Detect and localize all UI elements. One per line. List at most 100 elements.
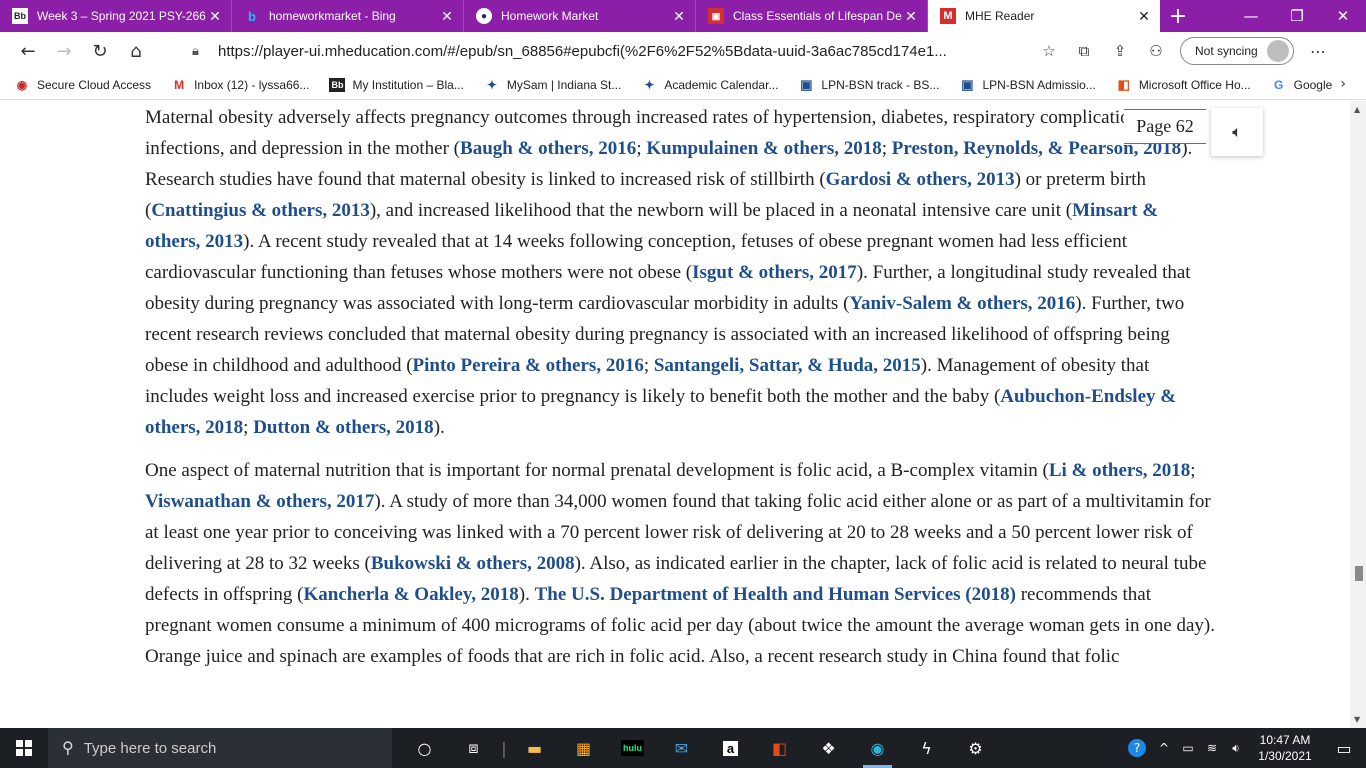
reader-viewport: Maternal obesity adversely affects pregn… <box>0 101 1350 728</box>
star-icon: ✦ <box>486 77 497 92</box>
back-button[interactable]: ← <box>10 35 46 67</box>
office-button[interactable]: ◧ <box>755 728 804 768</box>
refresh-button[interactable]: ↻ <box>82 35 118 67</box>
citation-link[interactable]: Yaniv-Salem & others, 2016 <box>849 293 1075 314</box>
scroll-down-icon[interactable]: ▼ <box>1354 715 1360 724</box>
tab-close-icon[interactable]: ✕ <box>903 8 919 25</box>
settings-button[interactable]: ⚙ <box>951 728 1000 768</box>
more-menu-icon[interactable]: ⋯ <box>1302 42 1334 61</box>
tab-class-essentials[interactable]: ▣ Class Essentials of Lifespan De ✕ <box>696 0 928 32</box>
wifi-icon[interactable]: ≋ <box>1200 741 1224 755</box>
add-favorite-icon[interactable]: ☆ <box>1034 42 1064 60</box>
favorite-item[interactable]: ✦ MySam | Indiana St... <box>484 78 622 92</box>
store-button[interactable]: ▦ <box>559 728 608 768</box>
vertical-scrollbar[interactable]: ▲ ▼ <box>1350 101 1366 728</box>
navigation-bar: ← → ↻ ⌂ 🔒︎ https://player-ui.mheducation… <box>0 32 1366 70</box>
forward-button[interactable]: → <box>46 35 82 67</box>
arrow-right-icon: → <box>56 40 72 62</box>
favorite-label: Secure Cloud Access <box>37 77 152 92</box>
citation-link[interactable]: Bukowski & others, 2008 <box>371 553 575 574</box>
favorite-label: MySam | Indiana St... <box>506 77 622 92</box>
citation-link[interactable]: Kumpulainen & others, 2018 <box>646 138 881 159</box>
scroll-up-icon[interactable]: ▲ <box>1354 105 1360 114</box>
tab-homework-market[interactable]: ● Homework Market ✕ <box>464 0 696 32</box>
search-placeholder: Type here to search <box>83 739 217 757</box>
extensions-icon[interactable]: ⚇ <box>1138 42 1174 60</box>
favorite-item[interactable]: ◉ Secure Cloud Access <box>14 78 151 92</box>
chevron-right-icon[interactable]: › <box>1340 76 1346 92</box>
file-explorer-button[interactable]: ▬ <box>510 728 559 768</box>
home-button[interactable]: ⌂ <box>118 35 154 67</box>
citation-link[interactable]: Gardosi & others, 2013 <box>826 169 1015 190</box>
folder-icon: ▬ <box>526 738 543 758</box>
citation-link[interactable]: Viswanathan & others, 2017 <box>145 491 374 512</box>
clock[interactable]: 10:47 AM 1/30/2021 <box>1248 732 1322 764</box>
hulu-button[interactable]: hulu <box>608 728 657 768</box>
favorite-item[interactable]: M Inbox (12) - lyssa66... <box>171 78 309 92</box>
lock-icon[interactable]: 🔒︎ <box>192 43 218 59</box>
scrollbar-thumb[interactable] <box>1355 566 1363 581</box>
taskbar-search[interactable]: ⚲ Type here to search <box>48 728 392 768</box>
address-bar[interactable]: 🔒︎ https://player-ui.mheducation.com/#/e… <box>192 36 1064 66</box>
help-icon[interactable]: ? <box>1128 739 1146 757</box>
favorite-item[interactable]: G Google <box>1271 78 1332 92</box>
refresh-icon: ↻ <box>92 40 108 62</box>
profile-sync-button[interactable]: Not syncing <box>1180 37 1294 65</box>
favorite-item[interactable]: ✦ Academic Calendar... <box>641 78 778 92</box>
mail-button[interactable]: ✉ <box>657 728 706 768</box>
arrow-left-icon: ← <box>20 40 36 62</box>
tab-close-icon[interactable]: ✕ <box>1136 8 1152 25</box>
tab-title: Class Essentials of Lifespan De <box>733 9 902 23</box>
citation-link[interactable]: Dutton & others, 2018 <box>253 417 434 438</box>
read-aloud-button[interactable]: 🔈︎ <box>1211 108 1263 156</box>
bing-favicon-icon: b <box>248 8 256 24</box>
favorite-item[interactable]: ▣ LPN-BSN Admissio... <box>959 76 1096 92</box>
citation-link[interactable]: Li & others, 2018 <box>1049 460 1190 481</box>
url-text[interactable]: https://player-ui.mheducation.com/#/epub… <box>218 43 1034 60</box>
dropbox-button[interactable]: ❖ <box>804 728 853 768</box>
tab-close-icon[interactable]: ✕ <box>439 8 455 25</box>
volume-icon[interactable]: 🔉︎ <box>1224 741 1248 756</box>
restore-button[interactable]: ❐ <box>1274 0 1320 32</box>
task-view-button[interactable]: ⧈ <box>449 728 498 768</box>
citation-link[interactable]: The U.S. Department of Health and Human … <box>535 584 1016 605</box>
homework-market-favicon-icon: ● <box>476 8 492 24</box>
reader-text: Maternal obesity adversely affects pregn… <box>145 101 1215 672</box>
citation-link[interactable]: Santangeli, Sattar, & Huda, 2015 <box>654 355 921 376</box>
collections-icon[interactable]: ⧉ <box>1066 42 1102 60</box>
amazon-button[interactable]: a <box>706 728 755 768</box>
cloud-access-icon: ◉ <box>16 77 28 92</box>
chevron-up-icon[interactable]: ^ <box>1152 741 1176 755</box>
body-text: ). <box>433 417 445 438</box>
share-icon[interactable]: ⇪ <box>1102 42 1138 60</box>
favorite-label: Microsoft Office Ho... <box>1138 77 1251 92</box>
citation-link[interactable]: Cnattingius & others, 2013 <box>151 200 370 221</box>
app-button[interactable]: ϟ <box>902 728 951 768</box>
edge-button[interactable]: ◉ <box>853 728 902 768</box>
tab-mhe-reader[interactable]: M MHE Reader ✕ <box>928 0 1160 32</box>
favorite-item[interactable]: ▣ LPN-BSN track - BS... <box>798 77 939 92</box>
citation-link[interactable]: Pinto Pereira & others, 2016 <box>413 355 644 376</box>
tab-title: Week 3 – Spring 2021 PSY-266 <box>37 9 206 23</box>
new-tab-button[interactable]: + <box>1160 0 1196 32</box>
favorite-item[interactable]: ◧ Microsoft Office Ho... <box>1116 77 1251 92</box>
favorite-label: Inbox (12) - lyssa66... <box>194 77 310 92</box>
bookmark-icon: ▣ <box>961 76 974 92</box>
citation-link[interactable]: Baugh & others, 2016 <box>460 138 636 159</box>
citation-link[interactable]: Isgut & others, 2017 <box>692 262 857 283</box>
tab-bing[interactable]: b homeworkmarket - Bing ✕ <box>232 0 464 32</box>
favorite-item[interactable]: Bb My Institution – Bla... <box>329 77 464 92</box>
body-text: One aspect of maternal nutrition that is… <box>145 460 1049 481</box>
tab-close-icon[interactable]: ✕ <box>671 8 687 25</box>
citation-link[interactable]: Kancherla & Oakley, 2018 <box>303 584 518 605</box>
close-window-button[interactable]: ✕ <box>1320 0 1366 32</box>
tab-week3[interactable]: Bb Week 3 – Spring 2021 PSY-266 ✕ <box>0 0 232 32</box>
notifications-icon[interactable]: ▭ <box>1322 739 1366 758</box>
circle-icon: ○ <box>417 738 432 758</box>
cortana-button[interactable]: ○ <box>400 728 449 768</box>
tab-close-icon[interactable]: ✕ <box>207 8 223 25</box>
minimize-button[interactable]: — <box>1228 0 1274 32</box>
start-button[interactable] <box>0 728 48 768</box>
network-device-icon[interactable]: ▭ <box>1176 741 1200 755</box>
taskbar-apps: ○ ⧈ | ▬ ▦ hulu ✉ a ◧ ❖ ◉ ϟ ⚙ <box>400 728 1000 768</box>
